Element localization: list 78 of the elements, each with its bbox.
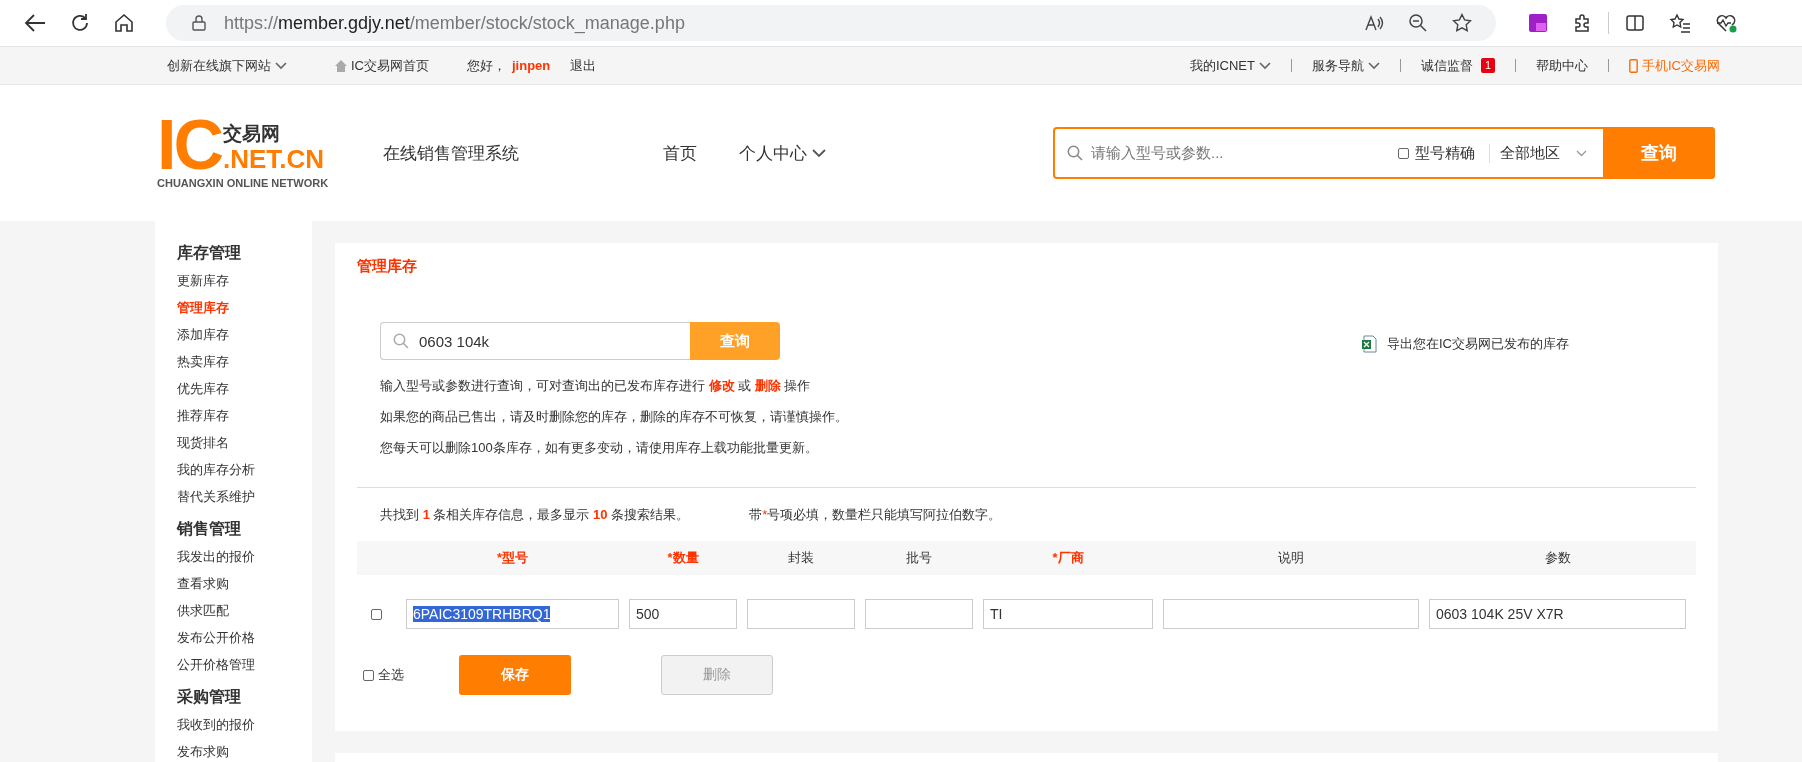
input-field[interactable] bbox=[747, 599, 855, 629]
home-link[interactable]: IC交易网首页 bbox=[351, 56, 429, 75]
column-header: *数量 bbox=[666, 549, 700, 567]
address-bar[interactable]: https://member.gdjy.net/member/stock/stock_manage.php bbox=[166, 5, 1496, 41]
dropdown-link[interactable]: 服务导航 bbox=[1311, 56, 1364, 75]
nav-menu-item[interactable]: 首页 bbox=[663, 141, 697, 165]
search-field[interactable]: 0603 104k bbox=[380, 322, 690, 360]
input-field[interactable]: 0603 104K 25V X7R bbox=[1429, 599, 1686, 629]
sidebar-item[interactable]: 现货排名 bbox=[177, 429, 229, 456]
lock-icon bbox=[192, 15, 206, 31]
home-icon[interactable] bbox=[114, 13, 134, 33]
sidebar-item[interactable]: 推荐库存 bbox=[177, 402, 229, 429]
sidebar-heading: 库存管理 bbox=[177, 243, 242, 263]
input-field[interactable]: TI bbox=[983, 599, 1153, 629]
nav-link[interactable]: 帮助中心 bbox=[1536, 56, 1588, 75]
required-note: 带*号项必填，数量栏只能填写阿拉伯数字。 bbox=[749, 506, 1002, 524]
star-icon[interactable] bbox=[1452, 13, 1472, 33]
sidebar-heading: 销售管理 bbox=[177, 519, 242, 539]
nav-link[interactable]: 退出 bbox=[570, 56, 597, 75]
url-text: https://member.gdjy.net/member/stock/stock_manage.php bbox=[224, 12, 685, 34]
help-text: 如果您的商品已售出，请及时删除您的库存，删除的库存不可恢复，请谨慎操作。 bbox=[380, 408, 848, 426]
sidebar-heading: 采购管理 bbox=[177, 687, 242, 707]
reload-icon[interactable] bbox=[70, 13, 90, 33]
sidebar-item[interactable]: 我发出的报价 bbox=[177, 543, 255, 570]
sidebar-item[interactable]: 我收到的报价 bbox=[177, 711, 255, 738]
dropdown-link[interactable]: 创新在线旗下网站 bbox=[167, 56, 271, 75]
input-field[interactable]: 6PAIC3109TRHBRQ1 bbox=[406, 599, 619, 629]
heart-pulse-icon[interactable] bbox=[1715, 13, 1737, 33]
home-icon bbox=[335, 59, 347, 72]
sidebar-item[interactable]: 热卖库存 bbox=[177, 348, 229, 375]
row-checkbox[interactable] bbox=[371, 608, 382, 620]
column-header: 封装 bbox=[787, 549, 815, 567]
sidebar-item[interactable]: 更新库存 bbox=[177, 267, 229, 294]
checkbox-label: 全选 bbox=[378, 666, 404, 684]
help-text: 您每天可以删除100条库存，如有更多变动，请使用库存上载功能批量更新。 bbox=[380, 439, 819, 457]
column-header: 说明 bbox=[1277, 549, 1305, 567]
split-screen-icon[interactable] bbox=[1625, 13, 1645, 33]
read-aloud-icon[interactable] bbox=[1364, 14, 1384, 32]
sidebar-item[interactable]: 发布求购 bbox=[177, 738, 229, 762]
favorites-icon[interactable] bbox=[1669, 13, 1691, 33]
sidebar-item[interactable]: 添加库存 bbox=[177, 321, 229, 348]
page-title: 管理库存 bbox=[357, 257, 418, 276]
checkbox[interactable] bbox=[363, 669, 374, 681]
greeting-text: 您好， bbox=[467, 56, 506, 75]
back-icon[interactable] bbox=[24, 13, 46, 33]
extension-app-icon[interactable] bbox=[1528, 13, 1548, 33]
spreadsheet-icon bbox=[1361, 335, 1377, 353]
sidebar-item[interactable]: 我的库存分析 bbox=[177, 456, 255, 483]
sidebar-item[interactable]: 发布公开价格 bbox=[177, 624, 255, 651]
column-header: 参数 bbox=[1543, 549, 1572, 567]
caret-icon bbox=[275, 61, 287, 70]
sidebar-item[interactable]: 查看求购 bbox=[177, 570, 229, 597]
export-link[interactable]: 导出您在IC交易网已发布的库存 bbox=[1387, 335, 1569, 353]
sidebar-item[interactable]: 公开价格管理 bbox=[177, 651, 255, 678]
column-header: *型号 bbox=[495, 549, 530, 567]
input-field[interactable]: 500 bbox=[629, 599, 737, 629]
input-field[interactable] bbox=[1163, 599, 1419, 629]
column-header: *厂商 bbox=[1051, 549, 1085, 567]
nav-menu-item[interactable]: 个人中心 bbox=[739, 141, 826, 165]
search-icon bbox=[393, 333, 409, 349]
column-header: 批号 bbox=[905, 549, 933, 567]
phone-icon bbox=[1629, 58, 1638, 73]
system-name: 在线销售管理系统 bbox=[383, 142, 520, 165]
result-count: 共找到 1 条相关库存信息，最多显示 10 条搜索结果。 bbox=[380, 506, 690, 524]
puzzle-icon[interactable] bbox=[1572, 13, 1592, 33]
zoom-out-icon[interactable] bbox=[1408, 13, 1428, 33]
input-field[interactable] bbox=[865, 599, 973, 629]
caret-icon bbox=[1367, 61, 1380, 70]
caret-icon bbox=[812, 148, 826, 158]
sidebar-item[interactable]: 优先库存 bbox=[177, 375, 229, 402]
sidebar-item[interactable]: 供求匹配 bbox=[177, 597, 229, 624]
sidebar-item[interactable]: 管理库存 bbox=[177, 294, 229, 321]
nav-link[interactable]: 诚信监督 bbox=[1420, 56, 1473, 75]
caret-icon bbox=[1258, 61, 1271, 70]
help-text: 输入型号或参数进行查询，可对查询出的已发布库存进行 修改 或 删除 操作 bbox=[380, 377, 812, 395]
dropdown-link[interactable]: 我的ICNET bbox=[1189, 56, 1255, 75]
count-badge: 1 bbox=[1480, 58, 1495, 73]
sidebar-item[interactable]: 替代关系维护 bbox=[177, 483, 255, 510]
